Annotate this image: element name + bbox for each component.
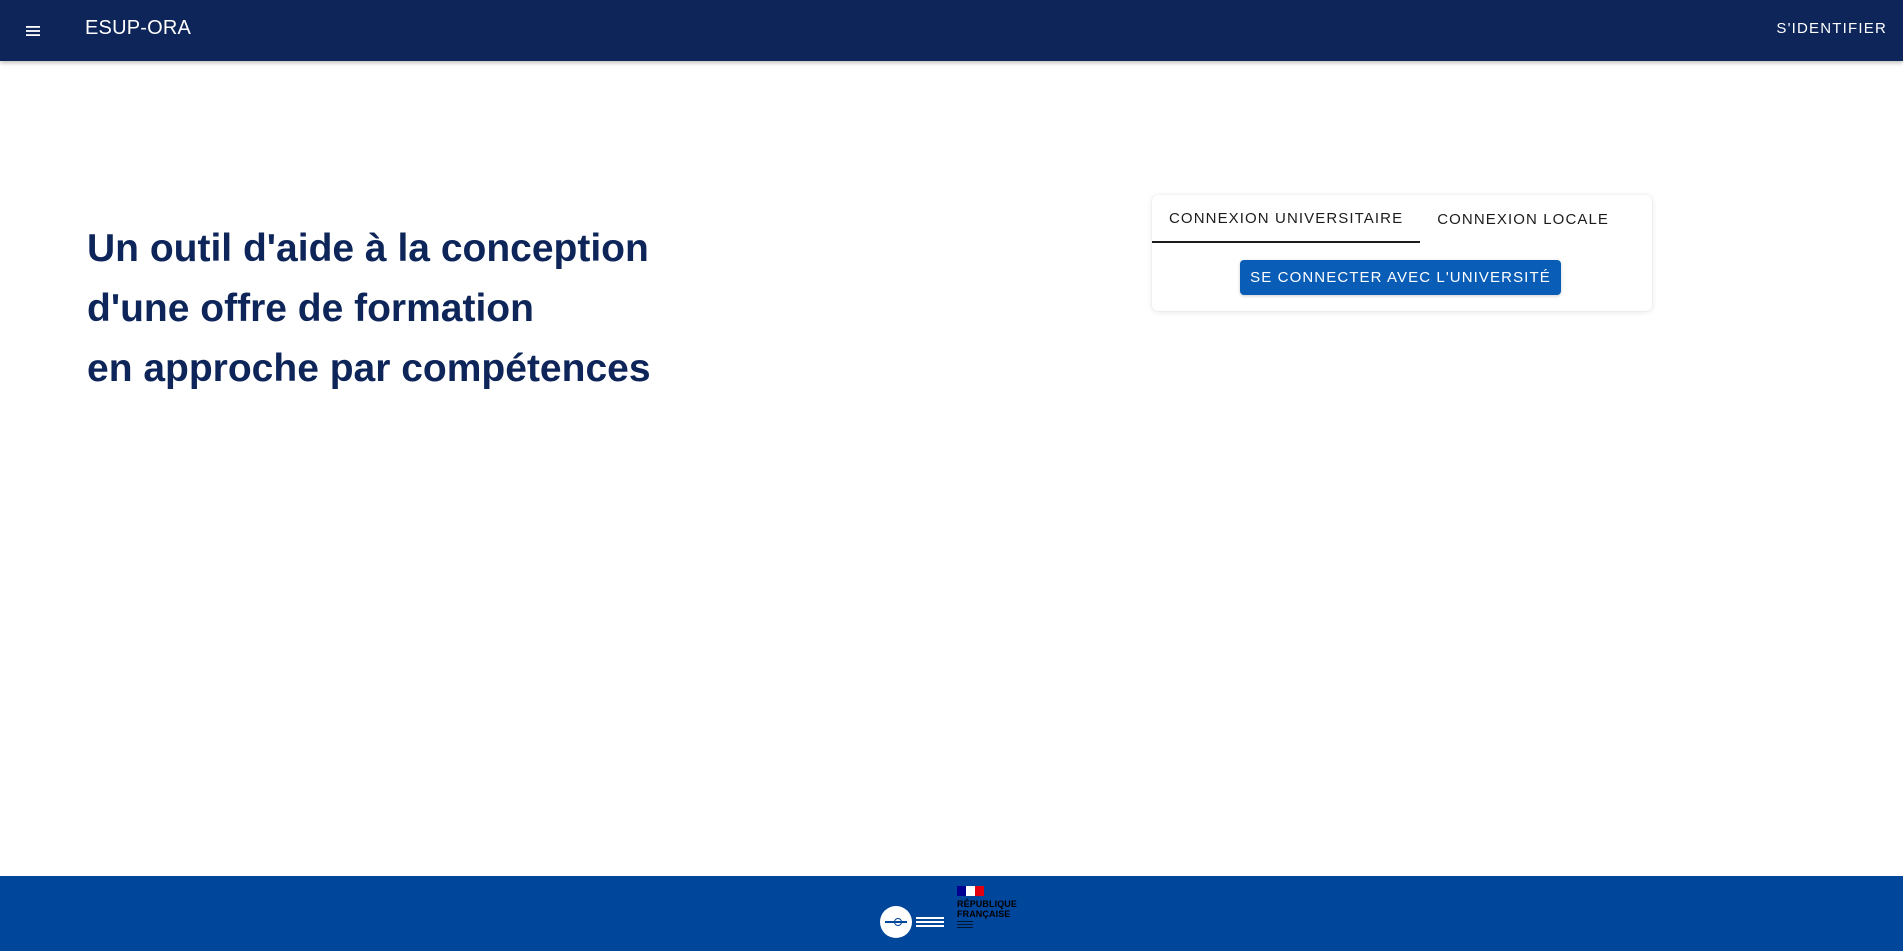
rf-text-line-2: FRANÇAISE bbox=[957, 909, 1011, 919]
rf-motto-lines bbox=[957, 921, 1019, 928]
menu-icon bbox=[26, 26, 40, 36]
unicaen-emblem-icon bbox=[880, 906, 912, 938]
french-flag-icon bbox=[957, 886, 984, 896]
app-title[interactable]: ESUP-ORA bbox=[85, 17, 191, 40]
app-root: ESUP-ORA S'IDENTIFIER Un outil d'aide à … bbox=[0, 0, 1903, 951]
hero-line-1: Un outil d'aide à la conception bbox=[87, 227, 649, 270]
republique-francaise-text: RÉPUBLIQUE FRANÇAISE bbox=[957, 899, 1019, 919]
hero-line-2: d'une offre de formation bbox=[87, 287, 534, 330]
footer: RÉPUBLIQUE FRANÇAISE bbox=[0, 876, 1903, 951]
university-connect-button[interactable]: SE CONNECTER AVEC L'UNIVERSITÉ bbox=[1240, 260, 1561, 295]
unicaen-wordmark-icon bbox=[885, 918, 907, 926]
top-app-bar: ESUP-ORA S'IDENTIFIER bbox=[0, 0, 1903, 61]
login-button[interactable]: S'IDENTIFIER bbox=[1776, 20, 1887, 37]
tab-connexion-universitaire[interactable]: CONNEXION UNIVERSITAIRE bbox=[1152, 195, 1421, 243]
republique-francaise-logo[interactable]: RÉPUBLIQUE FRANÇAISE bbox=[957, 886, 1019, 944]
tab-connexion-locale[interactable]: CONNEXION LOCALE bbox=[1420, 195, 1626, 243]
login-card: CONNEXION UNIVERSITAIRE CONNEXION LOCALE… bbox=[1152, 195, 1652, 311]
unicaen-logo[interactable] bbox=[880, 906, 944, 938]
unicaen-caption bbox=[916, 915, 944, 929]
menu-button[interactable] bbox=[18, 16, 48, 46]
hero-headline: Un outil d'aide à la conception d'une of… bbox=[87, 219, 847, 399]
hero-line-3: en approche par compétences bbox=[87, 347, 651, 390]
rf-text-line-1: RÉPUBLIQUE bbox=[957, 899, 1018, 909]
login-tabs: CONNEXION UNIVERSITAIRE CONNEXION LOCALE bbox=[1152, 195, 1626, 243]
